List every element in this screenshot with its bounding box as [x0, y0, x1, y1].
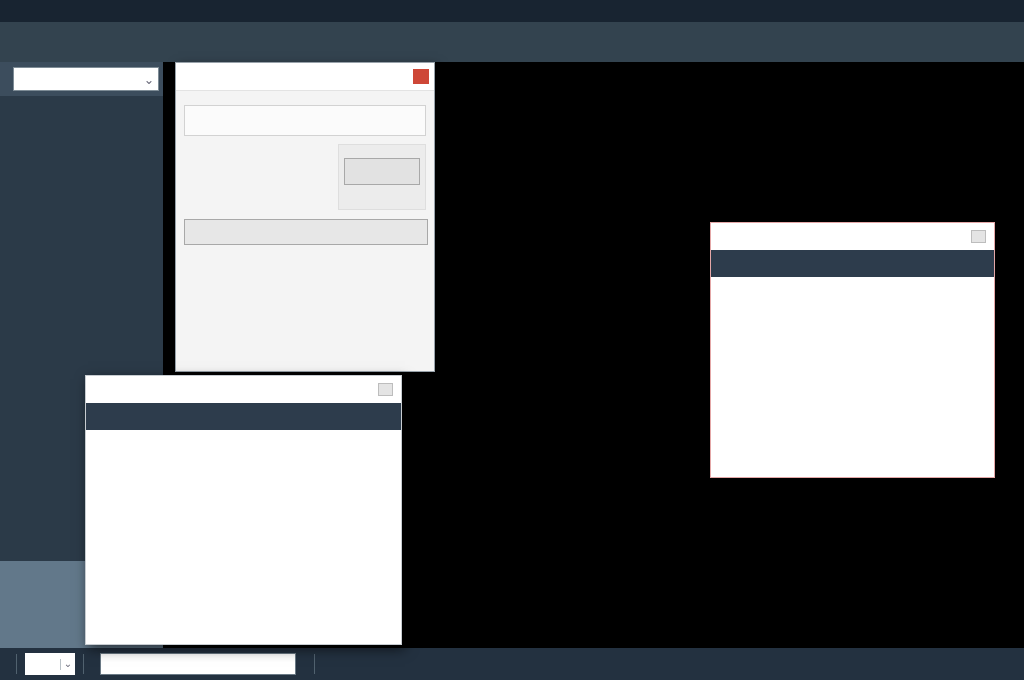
- close-button[interactable]: [184, 219, 428, 245]
- magnifier-toolbar: [86, 403, 401, 430]
- dialog-close-button[interactable]: [413, 69, 429, 84]
- menu-bar: [0, 0, 1024, 22]
- graphic-options-dialog: [175, 62, 435, 372]
- step-bar: ⌄: [0, 62, 163, 96]
- magnifier-content[interactable]: [86, 430, 401, 644]
- magnifier-toolbar: [711, 250, 994, 277]
- window-button[interactable]: [971, 230, 986, 243]
- chevron-down-icon: ⌄: [140, 72, 158, 87]
- options-checkbox-list: [184, 144, 332, 210]
- command-input[interactable]: [100, 653, 296, 675]
- reset-button[interactable]: [344, 158, 420, 185]
- dialog-title: [176, 63, 434, 91]
- status-bar: ⌄: [0, 648, 1024, 680]
- main-toolbar: [0, 22, 1024, 62]
- magnifier-window-bottom-left[interactable]: [85, 375, 402, 645]
- step-dropdown[interactable]: ⌄: [13, 67, 159, 91]
- width-radio-group: [184, 105, 426, 136]
- chevron-down-icon: ⌄: [60, 659, 75, 670]
- window-button[interactable]: [378, 383, 393, 396]
- magnifier-window-right[interactable]: [710, 222, 995, 478]
- transform-panel: [338, 144, 426, 210]
- magnifier-title-bar[interactable]: [86, 376, 401, 403]
- app-window: ⌄ ⌄: [0, 0, 1024, 680]
- unit-dropdown[interactable]: ⌄: [25, 653, 75, 675]
- magnifier-title-bar[interactable]: [711, 223, 994, 250]
- magnifier-content[interactable]: [711, 277, 994, 477]
